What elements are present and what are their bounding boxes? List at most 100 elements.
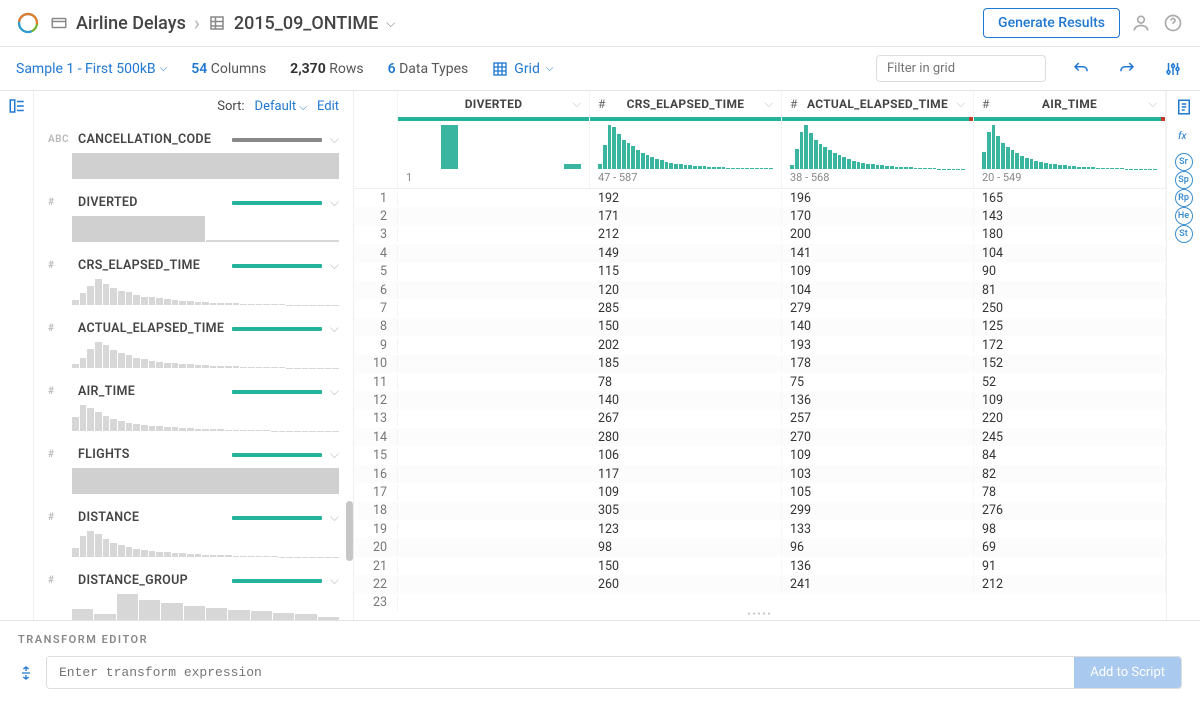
grid-body[interactable]: 1192196165217117014332122001804149141104… <box>354 189 1166 610</box>
cell[interactable]: 136 <box>782 559 974 574</box>
table-row[interactable]: 9202193172 <box>354 336 1166 354</box>
sidebar-list[interactable]: ABC CANCELLATION_CODE ⌵# DIVERTED ⌵# CRS… <box>34 122 353 620</box>
chevron-down-icon[interactable]: ⌵ <box>957 97 965 111</box>
cell[interactable]: 117 <box>590 467 782 482</box>
table-row[interactable]: 23 <box>354 594 1166 610</box>
help-icon[interactable] <box>1162 12 1184 34</box>
add-to-script-button[interactable]: Add to Script <box>1074 657 1181 688</box>
cell[interactable]: 105 <box>782 485 974 500</box>
cell[interactable]: 212 <box>590 227 782 242</box>
cell[interactable]: 196 <box>782 191 974 206</box>
cell[interactable]: 202 <box>590 338 782 353</box>
cell[interactable]: 280 <box>590 430 782 445</box>
table-row[interactable]: 612010481 <box>354 281 1166 299</box>
cell[interactable]: 250 <box>974 301 1166 316</box>
cell[interactable]: 149 <box>590 246 782 261</box>
cell[interactable]: 91 <box>974 559 1166 574</box>
cell[interactable]: 212 <box>974 577 1166 592</box>
cell[interactable]: 136 <box>782 393 974 408</box>
cell[interactable]: 103 <box>782 467 974 482</box>
cell[interactable]: 185 <box>590 356 782 371</box>
cell[interactable]: 90 <box>974 264 1166 279</box>
table-row[interactable]: 2171170143 <box>354 207 1166 225</box>
cell[interactable]: 125 <box>974 319 1166 334</box>
cell[interactable]: 106 <box>590 448 782 463</box>
edit-columns-link[interactable]: Edit <box>317 99 339 114</box>
suggestion-badge-rp[interactable]: Rp <box>1175 189 1193 207</box>
table-row[interactable]: 3212200180 <box>354 226 1166 244</box>
cell[interactable]: 78 <box>590 375 782 390</box>
table-row[interactable]: 1710910578 <box>354 483 1166 501</box>
sidebar-column-item[interactable]: # AIR_TIME ⌵ <box>44 374 343 437</box>
sidebar-column-item[interactable]: ABC CANCELLATION_CODE ⌵ <box>44 122 343 185</box>
table-row[interactable]: 10185178152 <box>354 355 1166 373</box>
cell[interactable]: 141 <box>782 246 974 261</box>
redo-icon[interactable] <box>1116 58 1138 80</box>
chevron-down-icon[interactable]: ⌵ <box>573 97 581 111</box>
chevron-down-icon[interactable]: ⌵ <box>330 384 339 399</box>
sidebar-column-item[interactable]: # ACTUAL_ELAPSED_TIME ⌵ <box>44 311 343 374</box>
table-row[interactable]: 14280270245 <box>354 428 1166 446</box>
cell[interactable]: 109 <box>590 485 782 500</box>
table-row[interactable]: 2115013691 <box>354 557 1166 575</box>
suggestion-badge-st[interactable]: St <box>1175 225 1193 243</box>
cell[interactable]: 180 <box>974 227 1166 242</box>
suggestion-badge-sp[interactable]: Sp <box>1175 171 1193 189</box>
sidebar-column-item[interactable]: # CRS_ELAPSED_TIME ⌵ <box>44 248 343 311</box>
chevron-down-icon[interactable]: ⌵ <box>330 195 339 210</box>
table-row[interactable]: 1912313398 <box>354 520 1166 538</box>
cell[interactable]: 150 <box>590 319 782 334</box>
column-histogram[interactable] <box>398 121 589 169</box>
cell[interactable]: 96 <box>782 540 974 555</box>
cell[interactable]: 115 <box>590 264 782 279</box>
table-row[interactable]: 12140136109 <box>354 391 1166 409</box>
grid-column-header[interactable]: #ACTUAL_ELAPSED_TIME⌵38 - 568 <box>782 91 974 188</box>
cell[interactable]: 81 <box>974 283 1166 298</box>
chevron-down-icon[interactable]: ⌵ <box>765 97 773 111</box>
cell[interactable]: 260 <box>590 577 782 592</box>
sidebar-column-item[interactable]: # DISTANCE ⌵ <box>44 500 343 563</box>
cell[interactable]: 123 <box>590 522 782 537</box>
breadcrumb-dataset[interactable]: 2015_09_ONTIME <box>234 13 378 34</box>
cell[interactable]: 109 <box>782 264 974 279</box>
settings-sliders-icon[interactable] <box>1162 58 1184 80</box>
chevron-down-icon[interactable]: ⌵ <box>330 258 339 273</box>
cell[interactable]: 98 <box>590 540 782 555</box>
cell[interactable]: 170 <box>782 209 974 224</box>
undo-icon[interactable] <box>1070 58 1092 80</box>
cell[interactable]: 270 <box>782 430 974 445</box>
table-row[interactable]: 4149141104 <box>354 244 1166 262</box>
cell[interactable]: 75 <box>782 375 974 390</box>
transform-expression-input[interactable] <box>47 657 1074 688</box>
cell[interactable]: 109 <box>974 393 1166 408</box>
table-row[interactable]: 511510990 <box>354 263 1166 281</box>
table-row[interactable]: 13267257220 <box>354 410 1166 428</box>
cell[interactable]: 241 <box>782 577 974 592</box>
breadcrumb-dropdown-icon[interactable]: ⌵ <box>386 16 395 31</box>
grid-filter-input[interactable] <box>876 55 1046 82</box>
chevron-down-icon[interactable]: ⌵ <box>330 321 339 336</box>
table-row[interactable]: 1192196165 <box>354 189 1166 207</box>
cell[interactable]: 220 <box>974 411 1166 426</box>
cell[interactable]: 171 <box>590 209 782 224</box>
view-mode-selector[interactable]: Grid⌵ <box>492 61 553 77</box>
columns-panel-icon[interactable] <box>8 97 26 115</box>
cell[interactable]: 267 <box>590 411 782 426</box>
grid-horizontal-scrollbar[interactable]: ••••• <box>354 610 1166 620</box>
chevron-down-icon[interactable]: ⌵ <box>330 132 339 147</box>
cell[interactable]: 200 <box>782 227 974 242</box>
cell[interactable]: 52 <box>974 375 1166 390</box>
cell[interactable]: 276 <box>974 503 1166 518</box>
user-icon[interactable] <box>1130 12 1152 34</box>
grid-column-header[interactable]: DIVERTED⌵1 <box>398 91 590 188</box>
cell[interactable]: 98 <box>974 522 1166 537</box>
cell[interactable]: 82 <box>974 467 1166 482</box>
table-row[interactable]: 11787552 <box>354 373 1166 391</box>
cell[interactable]: 104 <box>782 283 974 298</box>
grid-column-header[interactable]: #AIR_TIME⌵20 - 549 <box>974 91 1166 188</box>
table-row[interactable]: 1510610984 <box>354 446 1166 464</box>
cell[interactable]: 193 <box>782 338 974 353</box>
chevron-down-icon[interactable]: ⌵ <box>330 447 339 462</box>
sidebar-column-item[interactable]: # DISTANCE_GROUP ⌵ <box>44 563 343 620</box>
suggestion-badge-sr[interactable]: Sr <box>1175 153 1193 171</box>
